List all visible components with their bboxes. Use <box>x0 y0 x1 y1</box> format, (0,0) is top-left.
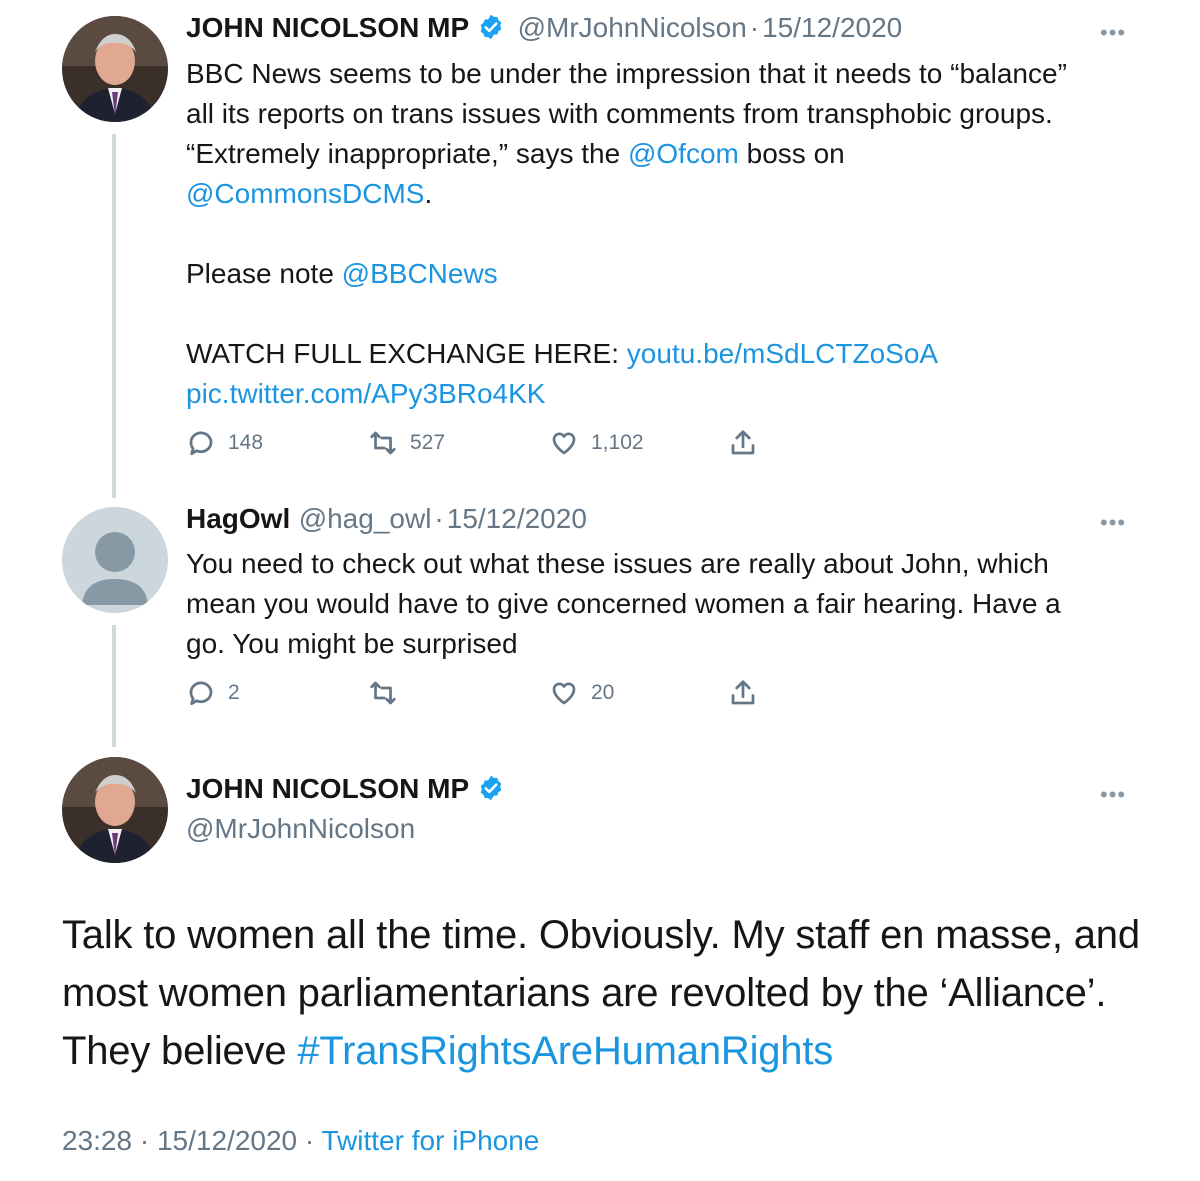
tweet2-line: You need to check out what these issues … <box>186 548 1049 579</box>
tweet1-line: all its reports on trans issues with com… <box>186 98 1053 129</box>
tweet2-separator: · <box>434 503 444 534</box>
hashtag-link[interactable]: #TransRightsAreHumanRights <box>297 1029 833 1073</box>
tweet1-date[interactable]: 15/12/2020 <box>762 12 902 43</box>
mention-link[interactable]: @BBCNews <box>342 258 498 289</box>
tweet3-line: They believe <box>62 1029 298 1073</box>
tweet1-author-handle[interactable]: @MrJohnNicolson <box>518 12 747 43</box>
share-button[interactable] <box>728 428 758 458</box>
tweet3-line: most women parliamentarians are revolted… <box>62 971 1107 1015</box>
more-icon[interactable]: ••• <box>1100 510 1126 536</box>
footer-separator: · <box>139 1125 150 1156</box>
reply-icon <box>189 431 213 455</box>
tweet3-line: Talk to women all the time. Obviously. M… <box>62 913 1140 957</box>
thread-line-2 <box>112 625 116 747</box>
avatar-john-nicolson[interactable] <box>62 757 168 863</box>
tweet3-header: JOHN NICOLSON MP <box>186 773 505 807</box>
share-icon <box>731 680 755 705</box>
tweet1-line: WATCH FULL EXCHANGE HERE: <box>186 338 627 369</box>
tweet2-text: You need to check out what these issues … <box>186 544 1146 664</box>
reply-button[interactable]: 148 <box>186 428 263 458</box>
tweet2-header: HagOwl @hag_owl · 15/12/2020 <box>186 503 587 535</box>
retweet-icon <box>370 431 396 455</box>
footer-separator: · <box>304 1125 315 1156</box>
media-link[interactable]: pic.twitter.com/APy3BRo4KK <box>186 378 545 409</box>
retweet-button[interactable]: 527 <box>368 428 445 458</box>
tweet3-date[interactable]: 15/12/2020 <box>157 1125 297 1156</box>
like-button[interactable]: 20 <box>549 678 614 708</box>
reply-button[interactable]: 2 <box>186 678 240 708</box>
more-icon[interactable]: ••• <box>1100 782 1126 808</box>
tweet2-line: mean you would have to give concerned wo… <box>186 588 1061 619</box>
like-icon <box>552 432 576 455</box>
retweet-icon <box>370 681 396 705</box>
tweet1-line: boss on <box>738 138 845 169</box>
tweet2-author-name[interactable]: HagOwl <box>186 503 290 534</box>
tweet3-author-name[interactable]: JOHN NICOLSON MP <box>186 773 469 804</box>
tweet2-author-handle[interactable]: @hag_owl <box>299 503 432 534</box>
like-count: 1,102 <box>591 431 644 454</box>
mention-link[interactable]: @CommonsDCMS <box>186 178 424 209</box>
url-link[interactable]: youtu.be/mSdLCTZoSoA <box>627 338 938 369</box>
tweet1-line: . <box>424 178 433 209</box>
tweet2-line: go. You might be surprised <box>186 628 518 659</box>
tweet1-line: BBC News seems to be under the impressio… <box>186 58 1067 89</box>
more-icon[interactable]: ••• <box>1100 20 1126 46</box>
avatar-hagowl-default[interactable] <box>62 507 168 613</box>
tweet1-line: Please note <box>186 258 342 289</box>
reply-count: 2 <box>228 681 240 704</box>
tweet2-date[interactable]: 15/12/2020 <box>447 503 587 534</box>
thread-line-1 <box>112 134 116 498</box>
verified-badge-icon <box>477 774 505 807</box>
tweet1-text: BBC News seems to be under the impressio… <box>186 54 1146 414</box>
like-icon <box>552 682 576 705</box>
avatar-john-nicolson[interactable] <box>62 16 168 122</box>
tweet3-author-handle[interactable]: @MrJohnNicolson <box>186 813 415 845</box>
tweet1-separator: · <box>749 12 760 43</box>
tweet3-time[interactable]: 23:28 <box>62 1125 132 1156</box>
verified-badge-icon <box>477 13 505 46</box>
retweet-button[interactable] <box>368 678 398 708</box>
tweet3-text: Talk to women all the time. Obviously. M… <box>62 906 1162 1080</box>
tweet3-source[interactable]: Twitter for iPhone <box>322 1125 540 1156</box>
tweet1-author-name[interactable]: JOHN NICOLSON MP <box>186 12 469 43</box>
share-button[interactable] <box>728 678 758 708</box>
reply-icon <box>189 681 213 705</box>
like-button[interactable]: 1,102 <box>549 428 644 458</box>
tweet1-header: JOHN NICOLSON MP @MrJohnNicolson · 15/12/2… <box>186 12 902 46</box>
reply-count: 148 <box>228 431 264 454</box>
mention-link[interactable]: @Ofcom <box>628 138 739 169</box>
share-icon <box>731 430 755 455</box>
like-count: 20 <box>591 681 615 704</box>
tweet3-footer: 23:28 · 15/12/2020 · Twitter for iPhone <box>62 1125 539 1157</box>
tweet1-line: “Extremely inappropriate,” says the <box>186 138 628 169</box>
retweet-count: 527 <box>410 431 446 454</box>
